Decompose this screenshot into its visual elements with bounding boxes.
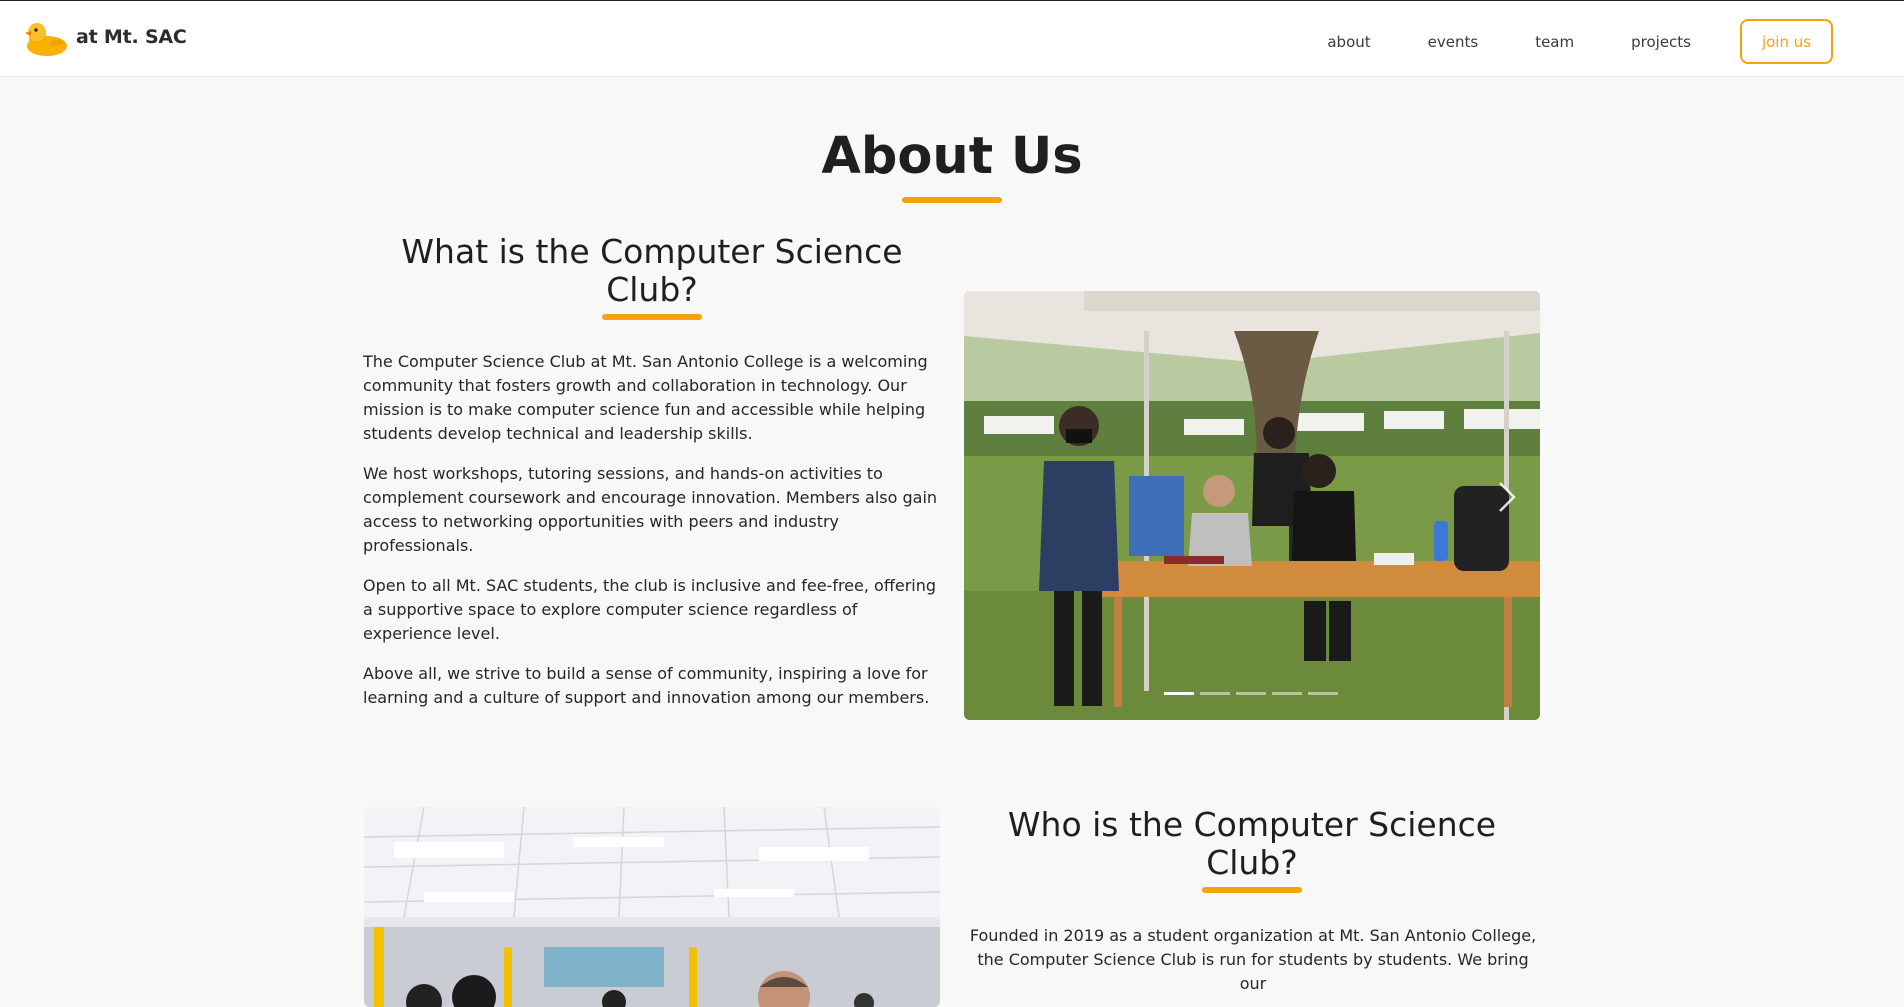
what-section-body: The Computer Science Club at Mt. San Ant… [363,350,943,726]
brand-home-link[interactable]: at Mt. SAC [20,17,187,57]
what-paragraph-2: We host workshops, tutoring sessions, an… [363,464,938,555]
carousel-indicator-4[interactable] [1272,692,1302,695]
what-paragraph-1: The Computer Science Club at Mt. San Ant… [363,352,928,443]
who-section-title: Who is the Computer Science Club? [1007,805,1497,882]
carousel-indicator-3[interactable] [1236,692,1266,695]
club-photo-carousel [964,291,1540,720]
what-section-title: What is the Computer Science Club? [401,232,903,309]
nav-link-projects[interactable]: projects [1631,33,1691,51]
page-title: About Us [821,127,1083,186]
nav-link-about[interactable]: about [1327,33,1370,51]
what-section-underline [602,314,702,320]
brand-text: at Mt. SAC [76,26,187,48]
carousel-next-button[interactable] [1492,477,1522,517]
carousel-indicator-5[interactable] [1308,692,1338,695]
classroom-photo [364,807,940,1007]
nav-link-team[interactable]: team [1535,33,1574,51]
club-meeting-photo [364,807,940,1007]
nav-links: about events team projects join us [1327,19,1833,64]
carousel-indicator-2[interactable] [1200,692,1230,695]
rubber-duck-icon [20,17,68,57]
carousel-indicator-1[interactable] [1164,692,1194,695]
who-section-underline [1202,887,1302,893]
page-title-underline [902,197,1002,203]
carousel-indicators [1164,692,1344,695]
chevron-right-icon [1499,482,1516,512]
who-section-body: Founded in 2019 as a student organizatio… [969,926,1537,993]
join-us-button[interactable]: join us [1740,19,1833,64]
navbar: at Mt. SAC about events team projects jo… [0,0,1904,77]
what-paragraph-4: Above all, we strive to build a sense of… [363,664,930,707]
what-paragraph-3: Open to all Mt. SAC students, the club i… [363,576,937,643]
nav-link-events[interactable]: events [1428,33,1479,51]
club-booth-photo [964,291,1540,720]
